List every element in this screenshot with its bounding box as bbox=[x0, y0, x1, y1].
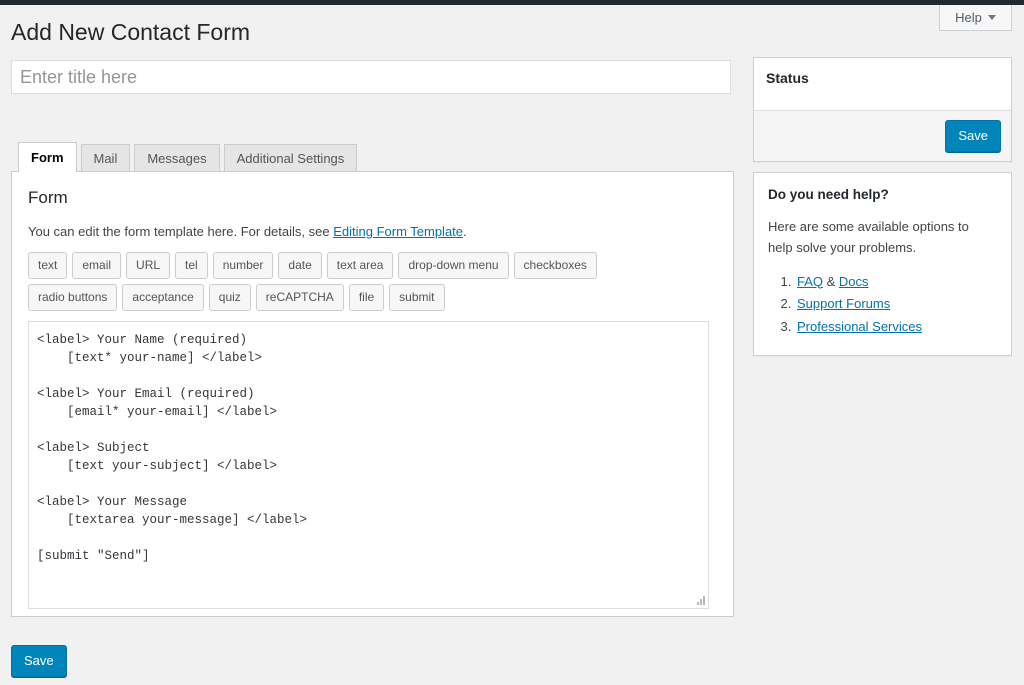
tag-button-submit[interactable]: submit bbox=[389, 283, 445, 311]
tag-button-file[interactable]: file bbox=[348, 283, 385, 311]
form-template-editor bbox=[28, 320, 709, 609]
help-box-title: Do you need help? bbox=[768, 187, 889, 202]
faq-docs-separator: & bbox=[823, 273, 839, 289]
tag-button-tel[interactable]: tel bbox=[175, 251, 208, 279]
help-list-item-professional-services: Professional Services bbox=[795, 316, 997, 339]
form-editor-panel: Form You can edit the form template here… bbox=[11, 171, 734, 617]
help-list-item-faq-docs: FAQ & Docs bbox=[795, 271, 997, 294]
post-title-input[interactable] bbox=[11, 60, 731, 94]
status-box-header: Status bbox=[754, 58, 1011, 110]
status-box: Status Save bbox=[753, 57, 1012, 162]
tab-form[interactable]: Form bbox=[18, 142, 77, 172]
description-text-after: . bbox=[463, 224, 467, 239]
admin-bar bbox=[0, 0, 1024, 5]
editing-form-template-link[interactable]: Editing Form Template bbox=[333, 224, 463, 239]
page-title: Add New Contact Form bbox=[11, 19, 251, 45]
form-section-heading: Form bbox=[28, 188, 68, 207]
tag-button-date[interactable]: date bbox=[278, 251, 322, 279]
help-box: Do you need help? Here are some availabl… bbox=[753, 172, 1012, 356]
tag-button-acceptance[interactable]: acceptance bbox=[122, 283, 204, 311]
save-button-status[interactable]: Save bbox=[945, 120, 1001, 152]
help-tab-label: Help bbox=[955, 10, 982, 25]
tag-button-checkboxes[interactable]: checkboxes bbox=[513, 251, 597, 279]
help-box-list: FAQ & Docs Support Forums Professional S… bbox=[768, 271, 997, 339]
tab-additional-settings[interactable]: Additional Settings bbox=[223, 144, 358, 172]
status-box-title: Status bbox=[766, 70, 809, 86]
status-box-footer: Save bbox=[754, 110, 1011, 161]
tag-button-text[interactable]: text bbox=[28, 251, 68, 279]
save-button-bottom[interactable]: Save bbox=[11, 645, 67, 677]
tag-button-email[interactable]: email bbox=[72, 251, 122, 279]
professional-services-link[interactable]: Professional Services bbox=[797, 319, 922, 334]
tag-button-number[interactable]: number bbox=[212, 251, 274, 279]
support-forums-link[interactable]: Support Forums bbox=[797, 296, 890, 311]
help-box-paragraph: Here are some available options to help … bbox=[768, 219, 969, 255]
tag-button-text-area[interactable]: text area bbox=[326, 251, 394, 279]
faq-link[interactable]: FAQ bbox=[797, 274, 823, 289]
tab-messages[interactable]: Messages bbox=[134, 144, 220, 172]
tag-button-quiz[interactable]: quiz bbox=[208, 283, 251, 311]
help-tab-button[interactable]: Help bbox=[939, 5, 1012, 31]
tag-button-url[interactable]: URL bbox=[126, 251, 171, 279]
docs-link[interactable]: Docs bbox=[839, 274, 869, 289]
tag-button-drop-down-menu[interactable]: drop-down menu bbox=[398, 251, 509, 279]
help-list-item-support-forums: Support Forums bbox=[795, 293, 997, 316]
tab-mail[interactable]: Mail bbox=[80, 144, 131, 172]
chevron-down-icon bbox=[987, 15, 996, 20]
form-tabs: Form Mail Messages Additional Settings bbox=[18, 142, 361, 172]
tag-button-recaptcha[interactable]: reCAPTCHA bbox=[255, 283, 344, 311]
description-text-before: You can edit the form template here. For… bbox=[28, 224, 334, 239]
form-section-description: You can edit the form template here. For… bbox=[28, 222, 718, 242]
form-template-textarea[interactable] bbox=[28, 320, 709, 609]
form-tag-buttons: text email URL tel number date text area… bbox=[28, 251, 688, 311]
tag-button-radio-buttons[interactable]: radio buttons bbox=[28, 283, 118, 311]
